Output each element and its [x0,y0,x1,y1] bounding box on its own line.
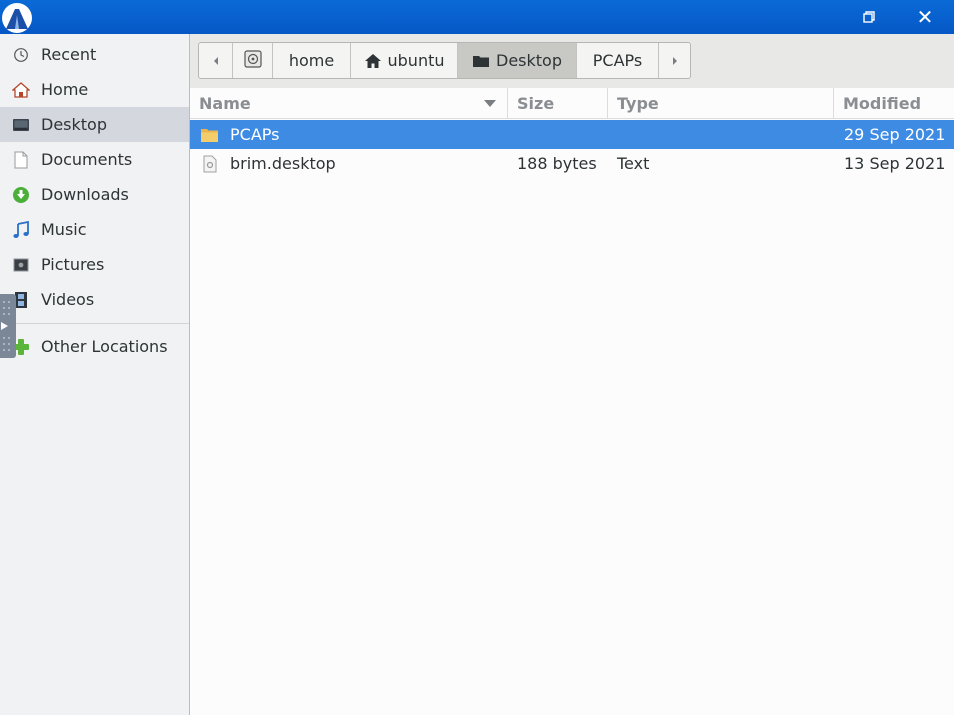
left-arrow-icon [212,51,220,70]
column-headers: Name Size Type Modified [190,88,954,119]
home-icon [11,80,31,100]
title-bar: ✕ [0,0,954,34]
folder-icon [472,54,490,68]
right-arrow-icon [671,51,679,70]
folder-icon [200,125,219,144]
sidebar-item-label: Other Locations [41,337,168,356]
column-label: Modified [843,94,922,113]
sidebar-item-recent[interactable]: Recent [0,37,189,72]
drive-icon [243,49,263,73]
sidebar: Recent Home Desktop Documents Downloads … [0,34,190,715]
sidebar-item-music[interactable]: Music [0,212,189,247]
file-type: Text [617,154,650,173]
sidebar-item-label: Pictures [41,255,105,274]
sidebar-item-videos[interactable]: Videos [0,282,189,317]
crumb-label: ubuntu [387,51,445,70]
close-icon[interactable]: ✕ [908,0,942,34]
sidebar-item-label: Videos [41,290,95,309]
breadcrumb: home ubuntu Desktop PCAPs [198,42,691,79]
path-bar: home ubuntu Desktop PCAPs [190,34,954,88]
picture-icon [11,255,31,275]
restore-icon[interactable] [852,0,886,34]
modified-column-header[interactable]: Modified [833,88,954,119]
table-row[interactable]: brim.desktop 188 bytes Text 13 Sep 2021 [190,149,954,178]
forward-crumb-button[interactable] [659,43,690,78]
sidebar-item-home[interactable]: Home [0,72,189,107]
back-crumb-button[interactable] [199,43,233,78]
file-modified: 13 Sep 2021 [844,154,946,173]
sidebar-item-label: Recent [41,45,97,64]
table-row[interactable]: PCAPs 29 Sep 2021 [190,120,954,149]
column-label: Name [199,94,251,113]
sidebar-item-label: Home [41,80,89,99]
sidebar-item-label: Desktop [41,115,107,134]
sidebar-separator [0,323,189,324]
crumb-ubuntu[interactable]: ubuntu [351,43,458,78]
sort-down-icon [484,100,496,107]
file-name: brim.desktop [230,154,336,173]
music-note-icon [11,220,31,240]
name-column-header[interactable]: Name [190,88,508,119]
column-label: Size [517,94,555,113]
desktop-icon [11,115,31,135]
crumb-label: Desktop [496,51,562,70]
sidebar-item-label: Downloads [41,185,129,204]
crumb-label: home [288,51,335,70]
type-column-header[interactable]: Type [607,88,833,119]
clock-icon [11,45,31,65]
download-icon [11,185,31,205]
crumb-pcaps[interactable]: PCAPs [577,43,659,78]
crumb-home[interactable]: home [273,43,351,78]
sidebar-item-pictures[interactable]: Pictures [0,247,189,282]
file-icon [200,154,219,173]
sidebar-item-label: Music [41,220,87,239]
sidebar-item-documents[interactable]: Documents [0,142,189,177]
sidebar-item-downloads[interactable]: Downloads [0,177,189,212]
crumb-desktop[interactable]: Desktop [458,43,577,78]
size-column-header[interactable]: Size [507,88,607,119]
sidebar-item-desktop[interactable]: Desktop [0,107,189,142]
file-size: 188 bytes [517,154,597,173]
side-panel-handle[interactable] [0,294,16,358]
file-name: PCAPs [230,125,280,144]
app-logo-icon [2,3,32,33]
sidebar-item-label: Documents [41,150,133,169]
document-icon [11,150,31,170]
crumb-label: PCAPs [592,51,643,70]
crumb-root[interactable] [233,43,273,78]
sidebar-item-other-locations[interactable]: Other Locations [0,329,189,364]
file-modified: 29 Sep 2021 [844,125,946,144]
column-label: Type [617,94,659,113]
home-icon [364,53,382,69]
